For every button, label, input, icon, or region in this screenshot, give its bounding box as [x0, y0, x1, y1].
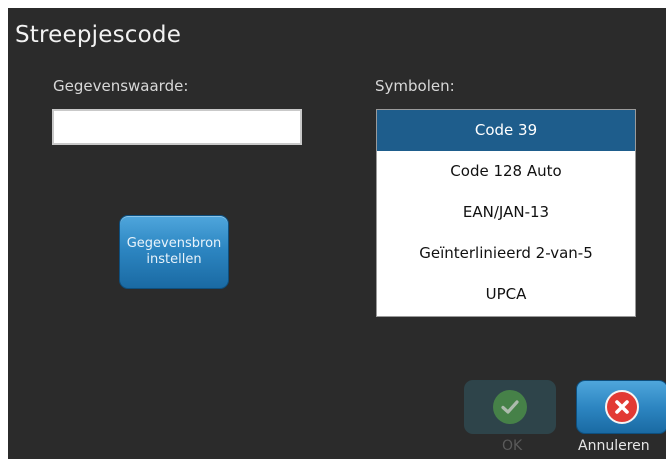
symbol-item-upca[interactable]: UPCA [377, 274, 635, 315]
cancel-button[interactable] [576, 380, 666, 434]
ok-label: OK [502, 438, 523, 454]
checkmark-icon [493, 390, 527, 424]
value-label: Gegevenswaarde: [53, 77, 189, 95]
symbols-listbox[interactable]: Code 39 Code 128 Auto EAN/JAN-13 Geïnter… [376, 109, 636, 317]
symbol-item-code-39[interactable]: Code 39 [377, 110, 635, 151]
symbols-label: Symbolen: [375, 77, 455, 95]
symbol-item-interleaved-2-of-5[interactable]: Geïnterlinieerd 2-van-5 [377, 233, 635, 274]
dialog-title: Streepjescode [15, 22, 182, 48]
symbol-item-ean-jan-13[interactable]: EAN/JAN-13 [377, 192, 635, 233]
ok-button[interactable] [464, 380, 556, 434]
set-data-source-label: Gegevensbron instellen [126, 236, 222, 267]
barcode-dialog: Streepjescode Gegevenswaarde: Symbolen: … [8, 8, 666, 459]
value-input[interactable] [52, 109, 302, 145]
symbol-item-code-128-auto[interactable]: Code 128 Auto [377, 151, 635, 192]
close-icon [605, 390, 639, 424]
set-data-source-button[interactable]: Gegevensbron instellen [119, 215, 229, 289]
cancel-label: Annuleren [578, 438, 650, 454]
